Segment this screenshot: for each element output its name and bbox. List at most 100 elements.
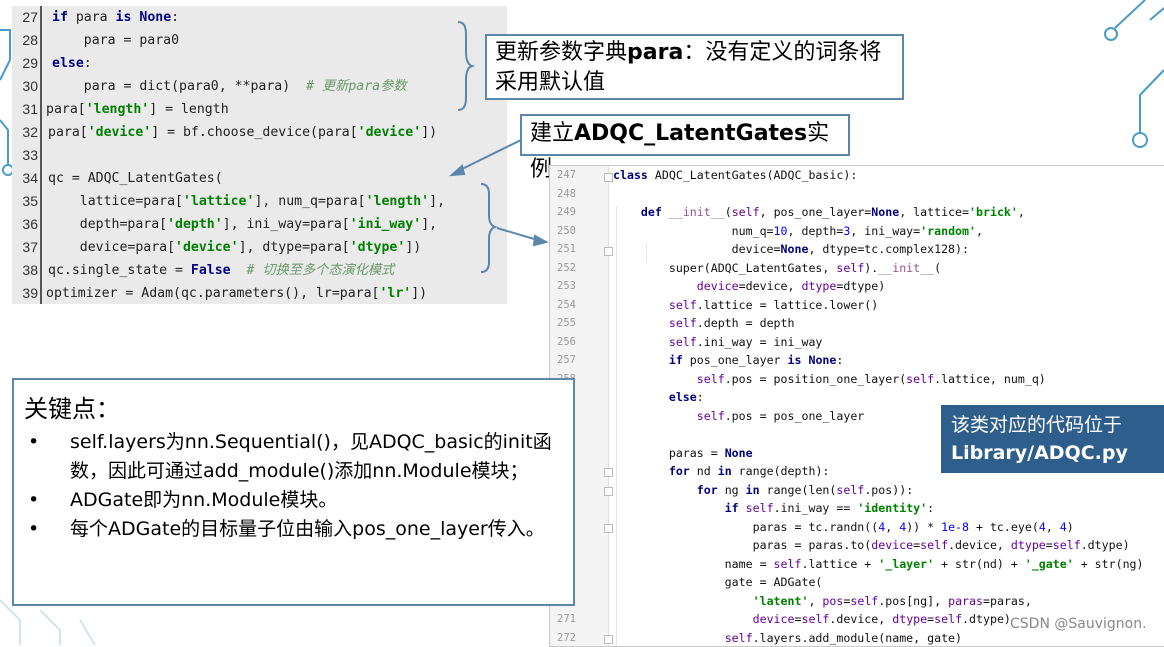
code-text: for nd in range(depth): xyxy=(613,462,829,481)
code-line: 28 para = para0 xyxy=(12,29,507,52)
code-line: 29 else: xyxy=(12,52,507,75)
note-code-location: 该类对应的代码位于 Library/ADQC.py xyxy=(941,405,1164,473)
code-line: 36 depth=para['depth'], ini_way=para['in… xyxy=(12,213,507,236)
key-point-item: • self.layers为nn.Sequential()，见ADQC_basic… xyxy=(24,428,567,486)
key-points-title: 关键点： xyxy=(24,394,573,424)
code-line: 251 device=None, dtype=tc.complex128): xyxy=(550,240,1164,259)
watermark: CSDN @Sauvignon. xyxy=(1010,616,1147,632)
code-line: 32 para['device'] = bf.choose_device(para… xyxy=(12,121,507,144)
code-text: self.pos = position_one_layer(self.latti… xyxy=(613,370,1046,389)
code-line: 35 lattice=para['lattice'], num_q=para['… xyxy=(12,190,507,213)
code-line: 254 self.lattice = lattice.lower() xyxy=(550,296,1164,315)
line-number: 249 xyxy=(550,203,576,222)
line-number: 253 xyxy=(550,277,576,296)
line-number: 32 xyxy=(12,121,38,144)
bullet-icon: • xyxy=(28,428,39,457)
code-text: optimizer = Adam(qc.parameters(), lr=par… xyxy=(46,282,427,305)
line-number: 247 xyxy=(550,166,576,185)
code-line: paras = tc.randn((4, 4)) * 1e-8 + tc.eye… xyxy=(550,518,1164,537)
code-line: 256 self.ini_way = ini_way xyxy=(550,333,1164,352)
code-text: if para is None: xyxy=(52,6,179,29)
line-number: 29 xyxy=(12,52,38,75)
line-number: 35 xyxy=(12,190,38,213)
code-line: 247 class ADQC_LatentGates(ADQC_basic): xyxy=(550,166,1164,185)
code-text: self.lattice = lattice.lower() xyxy=(613,296,878,315)
code-text: depth=para['depth'], ini_way=para['ini_w… xyxy=(48,213,437,236)
code-text: class ADQC_LatentGates(ADQC_basic): xyxy=(613,166,857,185)
code-text: if self.ini_way == 'identity': xyxy=(613,499,934,518)
code-text: para['length'] = length xyxy=(46,98,229,121)
line-number: 252 xyxy=(550,259,576,278)
code-line: 258 self.pos = position_one_layer(self.l… xyxy=(550,370,1164,389)
line-number: 36 xyxy=(12,213,38,236)
code-text: self.ini_way = ini_way xyxy=(613,333,822,352)
key-point-text: 每个ADGate的目标量子位由输入pos_one_layer传入。 xyxy=(70,518,545,540)
code-line: 38qc.single_state = False # 切换至多个态演化模式 xyxy=(12,259,507,282)
key-point-item: • ADGate即为nn.Module模块。 xyxy=(24,486,567,515)
code-text: qc = ADQC_LatentGates( xyxy=(48,167,223,190)
code-line: 39 optimizer = Adam(qc.parameters(), lr=p… xyxy=(12,282,507,305)
code-line: gate = ADGate( xyxy=(550,573,1164,592)
code-text: for ng in range(len(self.pos)): xyxy=(613,481,913,500)
line-number: 257 xyxy=(550,351,576,370)
code-line: 252 super(ADQC_LatentGates, self).__init… xyxy=(550,259,1164,278)
key-point-text: self.layers为nn.Sequential()，见ADQC_basic的… xyxy=(70,431,552,482)
line-number: 27 xyxy=(12,6,38,29)
note-line-1: 该类对应的代码位于 xyxy=(951,411,1154,439)
line-number: 255 xyxy=(550,314,576,333)
bullet-icon: • xyxy=(28,486,39,515)
line-number: 34 xyxy=(12,167,38,190)
line-number: 39 xyxy=(12,282,38,305)
callout-para-prefix: 更新参数字典 xyxy=(495,40,627,65)
code-line: 249 def __init__(self, pos_one_layer=Non… xyxy=(550,203,1164,222)
code-text: name = self.lattice + '_layer' + str(nd)… xyxy=(613,555,1144,574)
code-line: 30 para = dict(para0, **para) # 更新para参数 xyxy=(12,75,507,98)
code-text: gate = ADGate( xyxy=(613,573,822,592)
code-text: lattice=para['lattice'], num_q=para['len… xyxy=(48,190,445,213)
code-line: 257 if pos_one_layer is None: xyxy=(550,351,1164,370)
code-text: paras = None xyxy=(613,444,753,463)
code-line: 250 num_q=10, depth=3, ini_way='random', xyxy=(550,222,1164,241)
key-point-text: ADGate即为nn.Module模块。 xyxy=(70,489,337,511)
code-text: para['device'] = bf.choose_device(para['… xyxy=(48,121,437,144)
line-number: 38 xyxy=(12,259,38,282)
line-number: 30 xyxy=(12,75,38,98)
code-line: for ng in range(len(self.pos)): xyxy=(550,481,1164,500)
code-text: device=None, dtype=tc.complex128): xyxy=(613,240,969,259)
line-number: 28 xyxy=(12,29,38,52)
code-text: self.layers.add_module(name, gate) xyxy=(613,629,962,647)
line-number: 251 xyxy=(550,240,576,259)
code-text: else: xyxy=(613,388,704,407)
code-line: 34 qc = ADQC_LatentGates( xyxy=(12,167,507,190)
code-text: device=self.device, dtype=self.dtype) xyxy=(613,610,1011,629)
code-text: para = para0 xyxy=(52,29,179,52)
code-text: paras = tc.randn((4, 4)) * 1e-8 + tc.eye… xyxy=(613,518,1074,537)
callout-inst-prefix: 建立 xyxy=(530,121,574,146)
key-points-box: 关键点： • self.layers为nn.Sequential()，见ADQC_… xyxy=(12,378,575,606)
code-text: device=device, dtype=dtype) xyxy=(613,277,885,296)
code-line: 27 if para is None: xyxy=(12,6,507,29)
code-line: 271 'latent', pos=self.pos[ng], paras=pa… xyxy=(550,592,1164,611)
code-line: name = self.lattice + '_layer' + str(nd)… xyxy=(550,555,1164,574)
line-number: 254 xyxy=(550,296,576,315)
code-line: else: xyxy=(550,388,1164,407)
line-number: 248 xyxy=(550,185,576,204)
code-line: if self.ini_way == 'identity': xyxy=(550,499,1164,518)
code-text: def __init__(self, pos_one_layer=None, l… xyxy=(613,203,1025,222)
code-text: self.pos = pos_one_layer xyxy=(613,407,864,426)
left-code-panel: 27 if para is None: 28 para = para0 29 els… xyxy=(12,6,507,304)
code-line: 37 device=para['device'], dtype=para['dt… xyxy=(12,236,507,259)
code-text: num_q=10, depth=3, ini_way='random', xyxy=(613,222,983,241)
bullet-icon: • xyxy=(28,515,39,544)
code-text: paras = paras.to(device=self.device, dty… xyxy=(613,536,1130,555)
note-line-2: Library/ADQC.py xyxy=(951,439,1154,467)
code-line: paras = paras.to(device=self.device, dty… xyxy=(550,536,1164,555)
code-line: 255 self.depth = depth xyxy=(550,314,1164,333)
code-line: 31para['length'] = length xyxy=(12,98,507,121)
callout-create-instance: 建立ADQC_LatentGates实例 xyxy=(520,114,850,156)
code-line: 248 xyxy=(550,185,1164,204)
code-text: device=para['device'], dtype=para['dtype… xyxy=(48,236,421,259)
callout-para-bold: para xyxy=(627,40,683,65)
code-text: else: xyxy=(52,52,92,75)
callout-inst-bold: ADQC_LatentGates xyxy=(574,121,807,146)
